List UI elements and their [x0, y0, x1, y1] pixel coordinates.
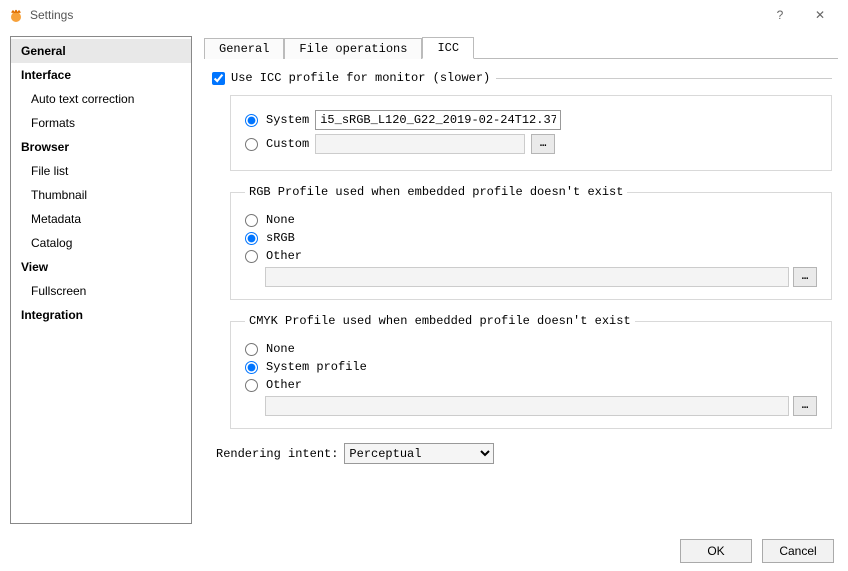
sidebar-item-general[interactable]: General [11, 39, 191, 63]
custom-browse-button[interactable]: … [531, 134, 555, 154]
rgb-other-radio[interactable] [245, 250, 258, 263]
cmyk-none-radio[interactable] [245, 343, 258, 356]
tab-icc[interactable]: ICC [422, 37, 474, 59]
dialog-buttons: OK Cancel [680, 539, 834, 563]
sidebar-item-auto-text-correction[interactable]: Auto text correction [11, 87, 191, 111]
app-icon [8, 7, 24, 23]
tab-file-operations[interactable]: File operations [284, 38, 422, 59]
main-panel: General File operations ICC Use ICC prof… [204, 36, 838, 524]
sidebar-item-thumbnail[interactable]: Thumbnail [11, 183, 191, 207]
custom-radio[interactable] [245, 138, 258, 151]
system-radio-label: System [266, 113, 309, 127]
cmyk-system-label: System profile [266, 360, 367, 374]
icc-source-group: System Custom … [230, 95, 832, 171]
rgb-none-radio[interactable] [245, 214, 258, 227]
rgb-none-label: None [266, 213, 295, 227]
settings-sidebar: General Interface Auto text correction F… [10, 36, 192, 524]
cmyk-profile-group: CMYK Profile used when embedded profile … [230, 314, 832, 429]
sidebar-item-formats[interactable]: Formats [11, 111, 191, 135]
cmyk-other-field [265, 396, 789, 416]
sidebar-item-metadata[interactable]: Metadata [11, 207, 191, 231]
use-icc-checkbox[interactable] [212, 72, 225, 85]
cmyk-other-radio[interactable] [245, 379, 258, 392]
rgb-other-field [265, 267, 789, 287]
cmyk-legend: CMYK Profile used when embedded profile … [245, 314, 635, 328]
system-profile-field[interactable] [315, 110, 561, 130]
rgb-legend: RGB Profile used when embedded profile d… [245, 185, 627, 199]
rgb-profile-group: RGB Profile used when embedded profile d… [230, 185, 832, 300]
ok-button[interactable]: OK [680, 539, 752, 563]
sidebar-item-integration[interactable]: Integration [11, 303, 191, 327]
divider [496, 78, 832, 79]
titlebar: Settings ? ✕ [0, 0, 848, 30]
sidebar-item-file-list[interactable]: File list [11, 159, 191, 183]
cancel-button[interactable]: Cancel [762, 539, 834, 563]
tab-general[interactable]: General [204, 38, 284, 59]
rgb-other-label: Other [266, 249, 302, 263]
custom-profile-field [315, 134, 525, 154]
rgb-srgb-label: sRGB [266, 231, 295, 245]
tabs: General File operations ICC [204, 36, 838, 58]
rendering-intent-select[interactable]: Perceptual [344, 443, 494, 464]
sidebar-item-view[interactable]: View [11, 255, 191, 279]
system-radio[interactable] [245, 114, 258, 127]
use-icc-label: Use ICC profile for monitor (slower) [231, 71, 490, 85]
sidebar-item-interface[interactable]: Interface [11, 63, 191, 87]
rendering-intent-label: Rendering intent: [216, 447, 338, 461]
cmyk-system-radio[interactable] [245, 361, 258, 374]
tab-content-icc: Use ICC profile for monitor (slower) Sys… [204, 58, 838, 470]
cmyk-other-browse-button[interactable]: … [793, 396, 817, 416]
rgb-srgb-radio[interactable] [245, 232, 258, 245]
window-title: Settings [30, 8, 73, 22]
cmyk-other-label: Other [266, 378, 302, 392]
custom-radio-label: Custom [266, 137, 309, 151]
close-button[interactable]: ✕ [800, 1, 840, 29]
help-button[interactable]: ? [760, 1, 800, 29]
cmyk-none-label: None [266, 342, 295, 356]
rgb-other-browse-button[interactable]: … [793, 267, 817, 287]
sidebar-item-fullscreen[interactable]: Fullscreen [11, 279, 191, 303]
sidebar-item-browser[interactable]: Browser [11, 135, 191, 159]
sidebar-item-catalog[interactable]: Catalog [11, 231, 191, 255]
